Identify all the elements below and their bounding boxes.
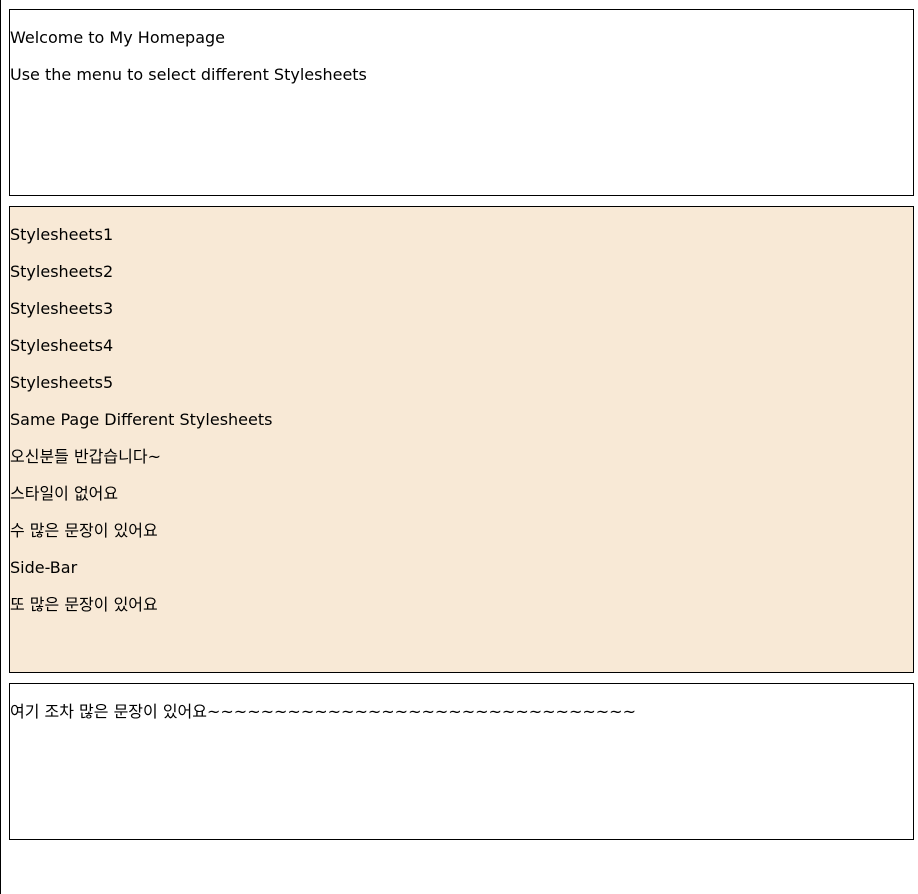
header-section: Welcome to My Homepage Use the menu to s… [9,9,914,196]
menu-text-welcome: 오신분들 반갑습니다~ [10,447,161,466]
menu-item-stylesheets3[interactable]: Stylesheets3 [10,299,113,319]
menu-item-stylesheets2[interactable]: Stylesheets2 [10,262,113,282]
menu-text-more-sentences: 또 많은 문장이 있어요 [10,595,158,614]
menu-text-many-sentences: 수 많은 문장이 있어요 [10,521,158,540]
page-title: Welcome to My Homepage [10,28,225,47]
menu-item-stylesheets4[interactable]: Stylesheets4 [10,336,113,356]
menu-heading-side-bar: Side-Bar [10,558,78,577]
menu-heading-same-page: Same Page Different Stylesheets [10,410,273,429]
menu-text-no-style: 스타일이 없어요 [10,484,119,503]
footer-section: 여기 조차 많은 문장이 있어요~~~~~~~~~~~~~~~~~~~~~~~~… [9,683,914,840]
page-left-edge [0,0,1,894]
footer-text: 여기 조차 많은 문장이 있어요~~~~~~~~~~~~~~~~~~~~~~~~… [10,702,636,721]
menu-section: Stylesheets1 Stylesheets2 Stylesheets3 S… [9,206,914,673]
menu-item-stylesheets5[interactable]: Stylesheets5 [10,373,113,393]
menu-item-stylesheets1[interactable]: Stylesheets1 [10,225,113,245]
page-subtitle: Use the menu to select different Stylesh… [10,65,367,84]
